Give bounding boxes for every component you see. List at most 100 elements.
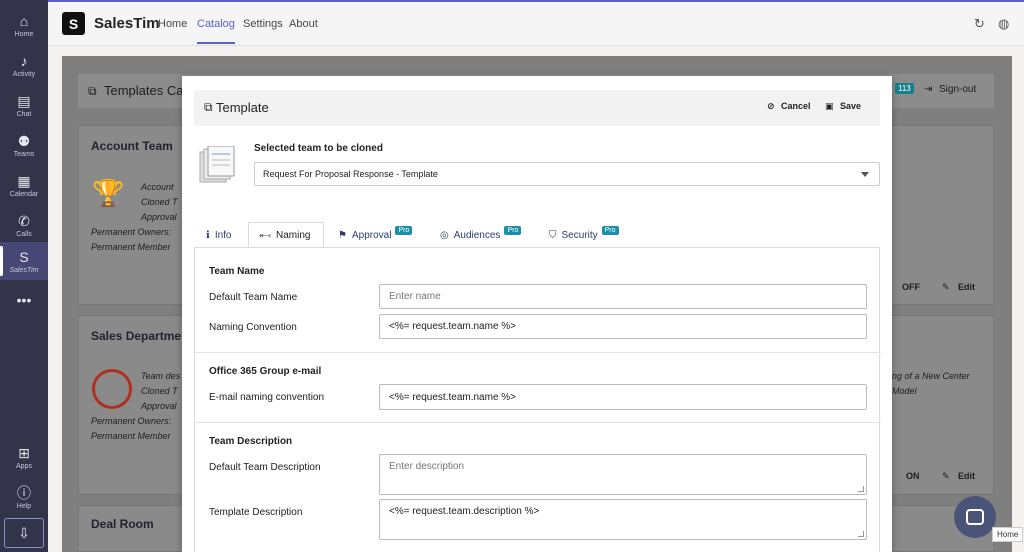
target-dollar-icon [92,369,132,409]
download-icon[interactable]: ⇩ [4,518,44,548]
tab-info[interactable]: ℹ Info [196,222,242,248]
naming-convention-label: Naming Convention [209,322,297,333]
section-divider [195,422,881,423]
document-stack-icon [199,146,235,183]
tab-audiences[interactable]: ◎ Audiences Pro [430,222,531,248]
count-badge: 113 [895,83,914,94]
rail-item-calendar[interactable]: ▦ Calendar [0,166,48,204]
chat-bubble-icon [966,509,984,525]
section-team-description: Team Description [209,436,293,447]
toggle-on[interactable]: ON [906,471,920,481]
pro-badge: Pro [395,225,413,235]
card-line: Model [892,386,917,396]
toggle-off[interactable]: OFF [902,282,920,292]
card-line: Approval [141,212,177,222]
pro-badge: Pro [504,225,522,235]
app-header: S SalesTim Home Catalog Settings About ↻… [48,2,1024,46]
card-edit-button[interactable]: Edit [958,471,975,481]
selected-team-label: Selected team to be cloned [254,143,383,154]
chat-launcher-button[interactable] [954,496,996,538]
home-icon: ⌂ [19,12,29,29]
tab-catalog[interactable]: Catalog [197,18,235,44]
modal-header: ⧉ Template ⊘ Cancel ▣ Save [194,90,880,126]
modal-title: Template [216,100,269,115]
save-icon[interactable]: ▣ [825,101,834,112]
tab-approval[interactable]: ⚑ Approval Pro [328,222,422,248]
signout-icon: ⇥ [924,84,933,95]
rail-item-salestim[interactable]: S SalesTim [0,242,48,280]
tab-security[interactable]: ⛉ Security Pro [539,222,629,248]
catalog-icon: ⧉ [88,84,97,98]
cancel-button[interactable]: Cancel [781,101,811,111]
default-description-textarea[interactable]: Enter description [379,454,867,495]
card-line: Cloned T [141,197,178,207]
card-owners: Permanent Owners: [91,416,172,426]
tab-home[interactable]: Home [158,18,187,30]
default-team-name-label: Default Team Name [209,292,298,303]
globe-icon[interactable]: ◍ [998,16,1009,32]
rail-item-calls[interactable]: ✆ Calls [0,206,48,244]
rail-item-apps[interactable]: ⊞ Apps [0,438,48,476]
card-edit-button[interactable]: Edit [958,282,975,292]
phone-icon: ✆ [18,212,30,229]
template-select[interactable]: Request For Proposal Response - Template [254,162,880,186]
card-title: Sales Departme [91,329,182,343]
bell-icon: ♪ [20,52,28,69]
rail-item-more[interactable]: ••• [0,282,48,320]
email-convention-label: E-mail naming convention [209,392,325,403]
target-icon: ◎ [440,229,449,241]
signout-link[interactable]: Sign-out [939,84,976,95]
template-icon: ⧉ [204,100,213,114]
naming-convention-input[interactable]: <%= request.team.name %> [379,314,867,339]
home-tooltip: Home [992,527,1024,542]
template-description-label: Template Description [209,507,303,518]
app-logo: S [62,12,85,35]
tab-naming[interactable]: ⬷ Naming [248,222,324,248]
resize-handle[interactable] [858,486,864,492]
card-edit-icon[interactable]: ✎ [942,471,950,482]
flag-icon: ⚑ [338,229,347,241]
info-icon: ℹ [206,229,210,241]
template-modal: ⧉ Template ⊘ Cancel ▣ Save Selected team… [182,76,892,552]
template-description-textarea[interactable]: <%= request.team.description %> [379,499,867,540]
card-edit-icon[interactable]: ✎ [942,282,950,293]
card-line: Approval [141,401,177,411]
card-title: Deal Room [91,517,154,531]
more-icon: ••• [16,292,32,308]
rail-item-home[interactable]: ⌂ Home [0,6,48,44]
section-team-name: Team Name [209,266,265,277]
save-button[interactable]: Save [840,101,861,111]
chevron-down-icon [861,172,869,177]
refresh-icon[interactable]: ↻ [974,16,985,32]
chat-icon: ▤ [17,92,31,109]
card-members: Permanent Member [91,431,171,441]
rail-item-teams[interactable]: ⚉ Teams [0,126,48,164]
rail-item-activity[interactable]: ♪ Activity [0,46,48,84]
card-line: Cloned T [141,386,178,396]
resize-handle[interactable] [858,531,864,537]
section-divider [195,352,881,353]
app-name: SalesTim [94,15,160,32]
salestim-icon: S [19,248,29,265]
email-convention-input[interactable]: <%= request.team.name %> [379,384,867,410]
cancel-icon[interactable]: ⊘ [767,101,775,112]
card-line: ng of a New Center [892,371,970,381]
card-owners: Permanent Owners: [91,227,172,237]
naming-panel: Team Name Default Team Name Enter name N… [194,247,881,552]
card-title: Account Team [91,139,173,153]
card-line: Team des [141,371,181,381]
teams-icon: ⚉ [17,132,31,149]
tab-about[interactable]: About [289,18,318,30]
catalog-title: Templates Cat [104,83,188,98]
rail-item-help[interactable]: ⓘ Help [0,478,48,516]
rail-item-chat[interactable]: ▤ Chat [0,86,48,124]
template-select-value: Request For Proposal Response - Template [263,169,438,179]
help-icon: ⓘ [17,484,31,501]
card-line: Account [141,182,174,192]
default-team-name-input[interactable]: Enter name [379,284,867,309]
section-group-email: Office 365 Group e-mail [209,366,322,377]
tab-settings[interactable]: Settings [243,18,283,30]
apps-icon: ⊞ [18,444,30,461]
trophy-icon: 🏆 [92,178,125,208]
default-description-label: Default Team Description [209,462,321,473]
